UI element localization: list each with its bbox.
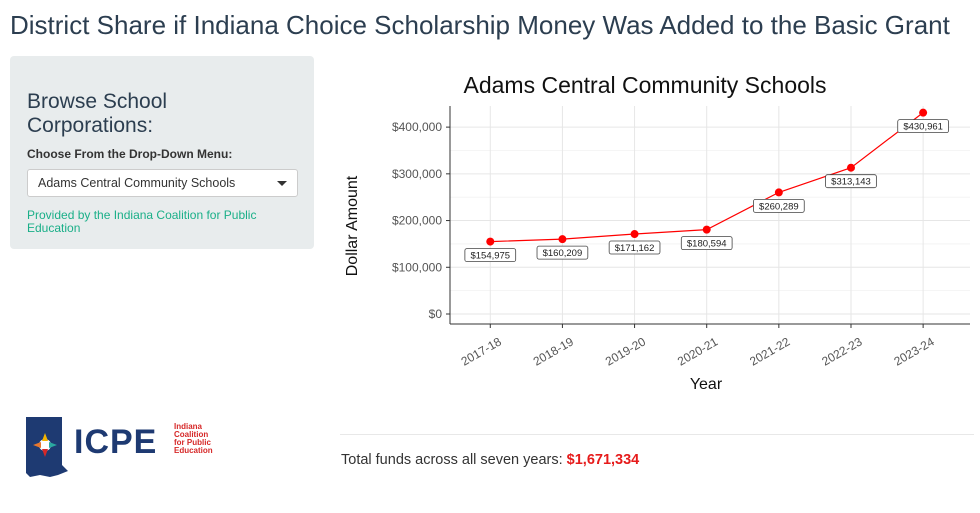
data-point [630,230,639,239]
data-point [774,188,783,197]
data-point [919,108,928,117]
data-label: $180,594 [687,239,727,250]
select-value: Adams Central Community Schools [38,176,236,190]
y-tick-label: $100,000 [392,260,442,274]
data-point [702,225,711,234]
total-label: Total funds across all seven years: [341,452,563,468]
chart-svg: Adams Central Community Schools Year Dol… [344,72,970,393]
indiana-logo-icon [26,417,68,477]
credit-text: Provided by the Indiana Coalition for Pu… [27,208,257,235]
caret-down-icon [277,180,287,186]
logo-sub-line: Education [174,446,213,455]
data-label: $171,162 [615,243,655,254]
total-value: $1,671,334 [566,452,640,468]
data-label: $430,961 [903,122,943,133]
x-tick-label: 2020-21 [675,334,720,368]
data-label: $160,209 [543,248,583,259]
grid-lines [450,106,970,324]
y-tick-label: $200,000 [392,214,442,228]
y-tick-label: $300,000 [392,167,442,181]
logo-wordmark: ICPE [74,423,158,461]
chart-container: Adams Central Community Schools Year Dol… [330,66,980,406]
total-funds: Total funds across all seven years: $1,6… [341,452,639,468]
y-tick-label: $0 [429,307,443,321]
divider [340,434,974,435]
x-tick-label: 2019-20 [603,334,648,368]
data-point [846,163,855,172]
data-point [558,235,567,244]
axis-ticks: $0 $100,000 $200,000 $300,000 $400,000 2017-1… [392,106,970,369]
x-tick-label: 2017-18 [459,334,504,368]
y-tick-label: $400,000 [392,120,442,134]
x-axis-title: Year [690,376,723,393]
data-label: $154,975 [470,251,510,262]
data-label: $260,289 [759,201,799,212]
sidebar-panel: Browse School Corporations: Choose From … [10,56,314,249]
x-tick-label: 2021-22 [747,334,792,368]
dropdown-label: Choose From the Drop-Down Menu: [27,147,233,161]
sidebar-heading: Browse School Corporations: [27,90,168,137]
page-title: District Share if Indiana Choice Scholar… [10,10,950,40]
x-tick-label: 2023-24 [891,334,936,368]
school-corporation-select[interactable]: Adams Central Community Schools [27,169,298,197]
x-tick-label: 2018-19 [531,334,576,368]
icpe-logo: ICPE Indiana Coalition for Public Educat… [20,415,220,485]
data-point [486,237,495,246]
data-label: $313,143 [831,177,871,188]
x-tick-label: 2022-23 [819,334,864,368]
chart-title: Adams Central Community Schools [463,72,826,98]
y-axis-title: Dollar Amount [344,175,361,276]
logo-subtitle: Indiana Coalition for Public Education [174,423,213,455]
